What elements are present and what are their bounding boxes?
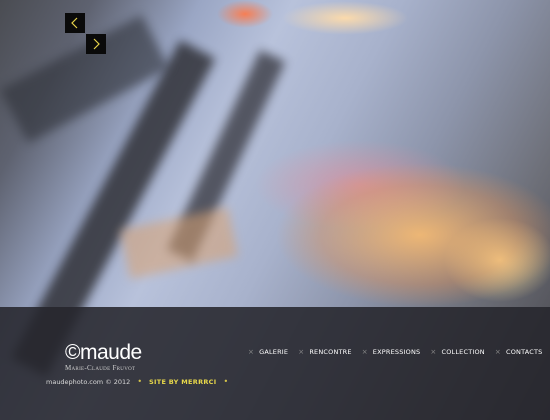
menu-item-collection[interactable]: × COLLECTION bbox=[430, 348, 485, 356]
x-icon: × bbox=[248, 348, 255, 356]
menu-item-label: EXPRESSIONS bbox=[372, 348, 421, 356]
site-by-link[interactable]: SITE BY MERRRCI bbox=[149, 378, 216, 386]
bullet-separator: • bbox=[137, 377, 143, 386]
menu-item-label: COLLECTION bbox=[441, 348, 485, 356]
photo-blur-streak bbox=[120, 207, 238, 279]
bullet-separator: • bbox=[223, 377, 229, 386]
menu-item-label: CONTACTS bbox=[505, 348, 543, 356]
logo-wordmark: ©maude bbox=[65, 341, 142, 364]
menu-item-label: GALERIE bbox=[259, 348, 289, 356]
x-icon: × bbox=[430, 348, 437, 356]
logo-tagline: Marie-Claude Fruvot bbox=[65, 364, 136, 372]
menu-item-galerie[interactable]: × GALERIE bbox=[248, 348, 288, 356]
x-icon: × bbox=[298, 348, 305, 356]
menu-item-rencontre[interactable]: × RENCONTRE bbox=[298, 348, 351, 356]
main-menu: × GALERIE × RENCONTRE × EXPRESSIONS × CO… bbox=[248, 348, 550, 356]
menu-item-expressions[interactable]: × EXPRESSIONS bbox=[362, 348, 421, 356]
menu-item-contacts[interactable]: × CONTACTS bbox=[495, 348, 543, 356]
previous-slide-button[interactable] bbox=[65, 13, 85, 33]
x-icon: × bbox=[361, 348, 368, 356]
menu-item-label: RENCONTRE bbox=[309, 348, 352, 356]
footer-credits: maudephoto.com © 2012 • SITE BY MERRRCI … bbox=[46, 377, 235, 386]
site-logo[interactable]: ©maude Marie-Claude Fruvot bbox=[65, 341, 142, 372]
next-slide-button[interactable] bbox=[86, 34, 106, 54]
copyright-text: maudephoto.com © 2012 bbox=[46, 377, 131, 386]
chevron-right-icon bbox=[93, 38, 100, 50]
chevron-left-icon bbox=[71, 17, 78, 29]
x-icon: × bbox=[494, 348, 501, 356]
